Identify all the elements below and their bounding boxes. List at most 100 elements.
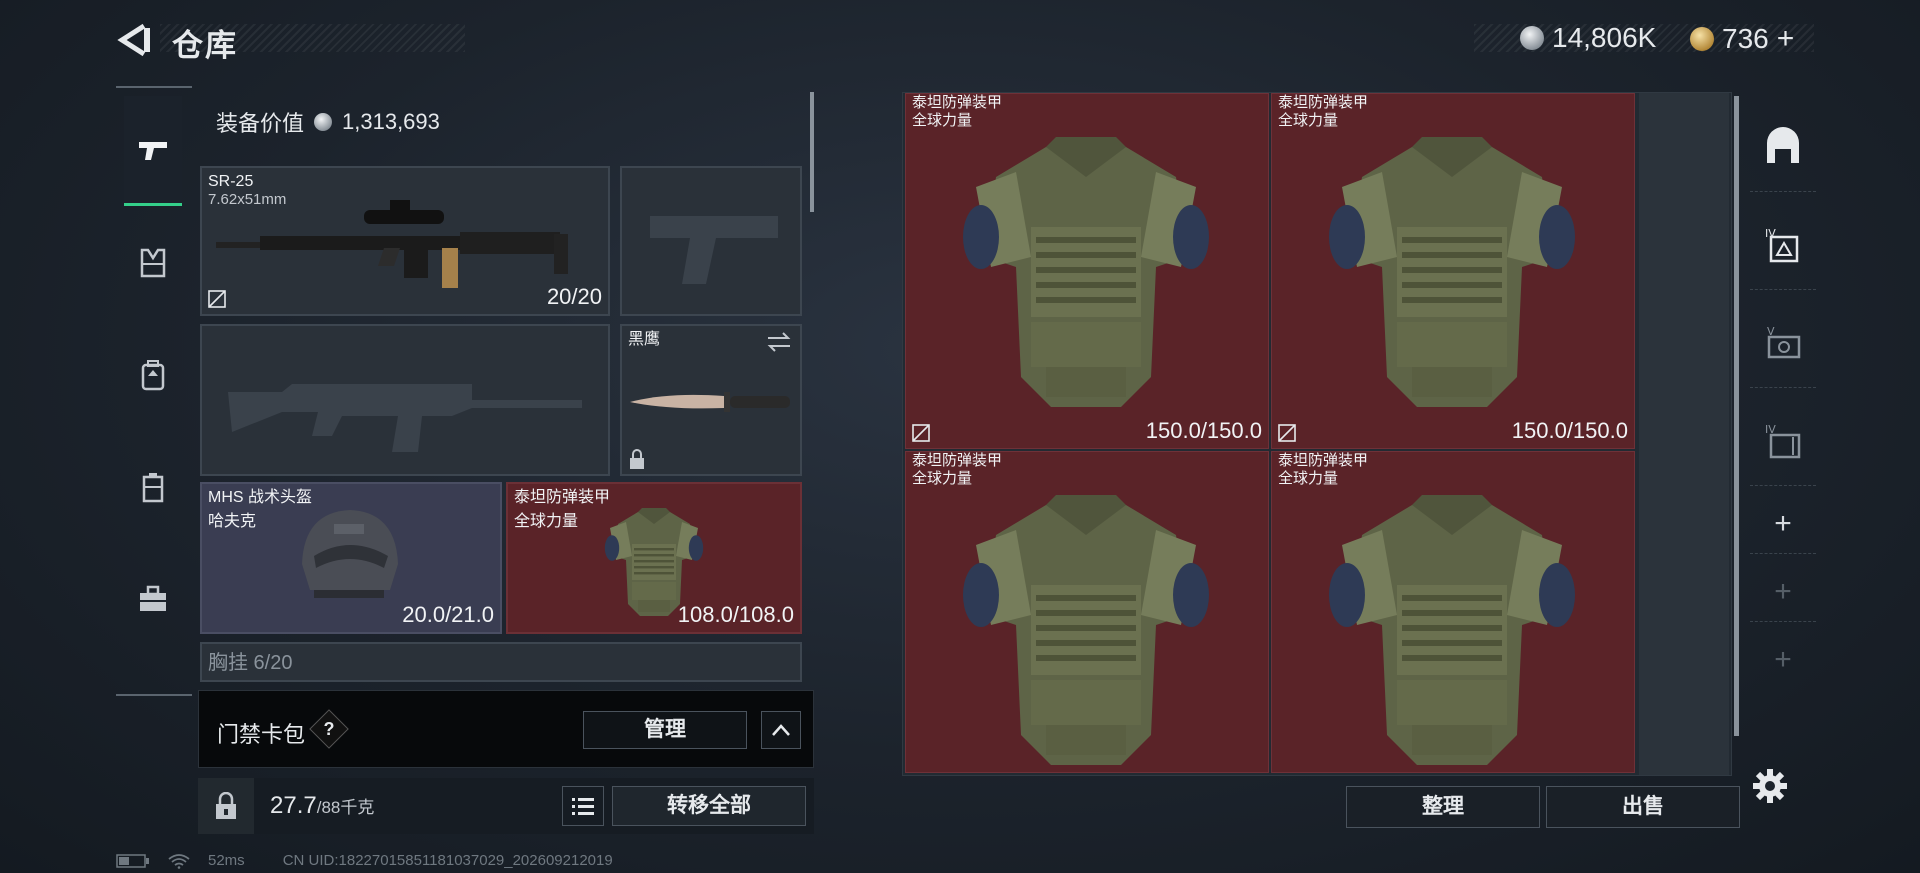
add-storage-button-locked: + [1750,562,1816,622]
settings-button[interactable] [1752,768,1796,812]
armor-slot[interactable]: 泰坦防弹装甲 全球力量 108.0/108.0 [506,482,802,634]
silver-coin-icon [1520,26,1544,50]
loadout-scrollbar[interactable] [810,92,814,212]
sniper-rifle-icon [216,200,568,288]
loadout-category-nav [116,86,192,696]
chevron-left-icon [117,23,150,57]
equipment-value-label: 装备价值 [216,111,305,136]
sidearm-slot-empty[interactable] [620,166,802,316]
add-currency-icon[interactable]: + [1777,22,1795,56]
add-storage-button[interactable]: + [1750,494,1816,554]
list-view-button[interactable] [562,786,604,826]
silver-currency: 14,806K [1520,22,1656,54]
chest-rig-capacity: 胸挂 6/20 [208,652,293,674]
helmet-icon [302,510,398,598]
chest-rig-row-partial[interactable]: 胸挂 6/20 [200,642,802,682]
silver-coin-icon [314,113,333,131]
armor-case-icon: IV [1765,227,1799,262]
transfer-all-button[interactable]: 转移全部 [612,786,806,826]
melee-name: 黑鹰 [628,331,661,348]
sell-button[interactable]: 出售 [1546,786,1740,828]
weight-lock-icon [216,792,236,819]
plus-icon: + [1774,643,1792,676]
storage-grid: 泰坦防弹装甲 全球力量 150.0/150.0 泰坦防弹装甲 全球力量 150.… [902,92,1732,776]
gold-coin-icon [1690,27,1714,51]
storage-tab-main[interactable] [1750,102,1816,192]
nav-toolbox[interactable] [124,544,182,654]
camera-case-icon: V [1767,325,1801,358]
body-armor-icon [936,460,1236,773]
collapse-button[interactable] [761,711,801,749]
no-trade-icon [1277,423,1297,443]
manage-button[interactable]: 管理 [583,711,747,749]
swap-icon[interactable] [766,332,792,352]
back-button[interactable] [114,20,154,60]
body-armor-icon [936,102,1236,432]
storage-item[interactable]: 泰坦防弹装甲 全球力量 [905,451,1269,773]
no-trade-icon [911,423,931,443]
primary-weapon-slot[interactable]: SR-25 7.62x51mm 20/20 [200,166,610,316]
loadout-panel: 装备价值 1,313,693 SR-25 7.62x51mm 20/20 黑鹰 … [196,92,816,692]
plus-icon: + [1774,506,1792,540]
carry-weight: 27.7/88千克 [270,792,374,820]
storage-empty-column [1639,93,1729,775]
gold-amount: 736 [1722,23,1769,54]
help-icon: ? [323,719,335,739]
lock-icon [630,449,644,469]
storage-tab-iv[interactable]: IV [1750,200,1816,290]
storage-tab-v[interactable]: V [1750,298,1816,388]
battery-icon [116,853,149,868]
page-title: 仓库 [172,28,238,63]
vault-icon [1767,126,1799,163]
pistol-icon [139,141,167,160]
rifle-silhouette-icon [228,384,582,452]
body-armor-icon [1302,102,1602,432]
nav-chest-rig[interactable] [124,208,182,318]
equipment-value: 装备价值 1,313,693 [216,106,440,138]
weapon-durability: 20/20 [546,284,602,309]
weight-lock-button[interactable] [198,778,254,834]
equipment-value-amount: 1,313,693 [342,109,440,134]
item-durability: 150.0/150.0 [1511,418,1628,443]
keycard-bar: 门禁卡包 ? 管理 [198,690,814,768]
storage-item[interactable]: 泰坦防弹装甲 全球力量 150.0/150.0 [1271,93,1635,449]
box-case-icon: IV [1765,423,1801,458]
no-trade-icon [207,289,227,309]
toolbox-icon [140,585,166,611]
add-storage-button-locked: + [1750,630,1816,690]
storage-tab-iv-b[interactable]: IV [1750,396,1816,486]
pistol-silhouette-icon [650,216,778,284]
list-icon [572,798,594,815]
inventory-footer: 27.7/88千克 转移全部 [198,778,814,834]
nav-backpack[interactable] [124,320,182,430]
item-durability: 150.0/150.0 [1145,418,1262,443]
helmet-slot[interactable]: MHS 战术头盔 哈夫克 20.0/21.0 [200,482,502,634]
top-bar: 仓库 14,806K 736 + [0,0,1920,80]
status-bar: 52ms CN UID:18227015851181037029_2026092… [116,852,613,869]
melee-slot[interactable]: 黑鹰 [620,324,802,476]
nav-weapons[interactable] [124,96,182,206]
storage-item[interactable]: 泰坦防弹装甲 全球力量 [1271,451,1635,773]
storage-item[interactable]: 泰坦防弹装甲 全球力量 150.0/150.0 [905,93,1269,449]
storage-category-nav: IV V IV + + + [1740,92,1826,692]
gold-currency[interactable]: 736 + [1690,22,1794,56]
wifi-icon [168,853,190,869]
case-icon [142,473,164,503]
ping: 52ms [208,852,245,869]
silver-amount: 14,806K [1552,22,1657,53]
help-button[interactable]: ? [309,709,349,749]
storage-scrollbar[interactable] [1734,96,1739,736]
sort-button[interactable]: 整理 [1346,786,1540,828]
helmet-durability: 20.0/21.0 [402,602,494,627]
backpack-icon [141,360,165,391]
armor-durability: 108.0/108.0 [677,602,794,627]
plus-icon: + [1774,574,1792,608]
secondary-weapon-slot-empty[interactable] [200,324,610,476]
helmet-variant: 哈夫克 [208,513,257,530]
keycard-label: 门禁卡包 [217,722,306,747]
gear-icon [1753,769,1787,803]
carry-weight-max: /88千克 [316,798,375,817]
user-uid: CN UID:18227015851181037029_202609212019 [282,852,613,869]
nav-case[interactable] [124,432,182,542]
carry-weight-current: 27.7 [270,792,317,819]
